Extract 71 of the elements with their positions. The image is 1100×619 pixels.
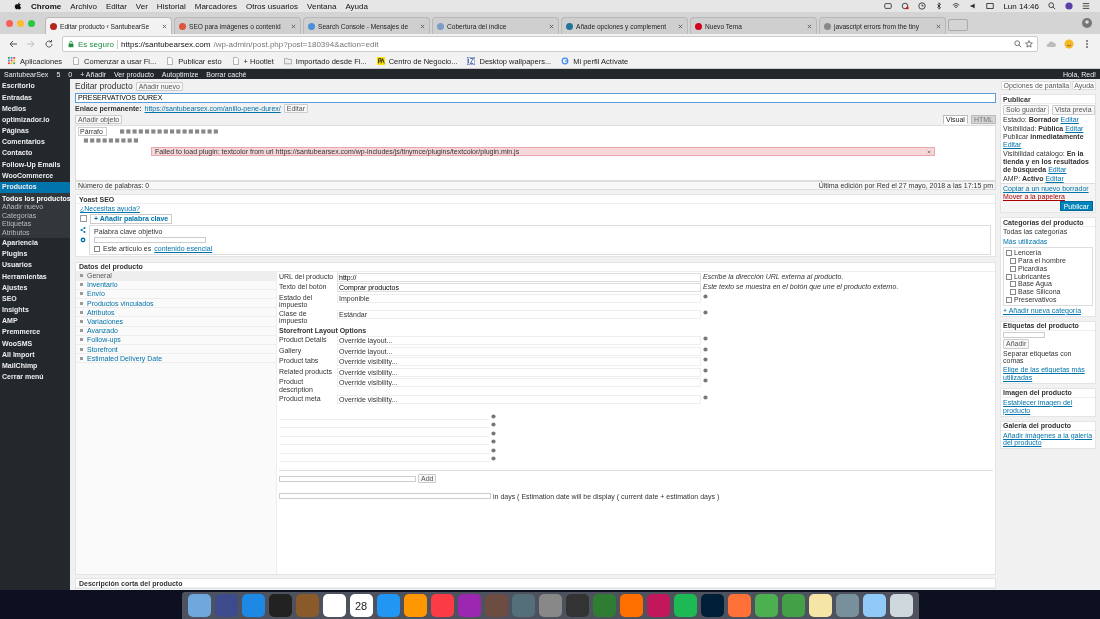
menu-item[interactable]: Archivo [70,1,97,11]
help-icon[interactable] [703,309,708,315]
search-icon[interactable] [1048,2,1056,10]
page-icon [166,57,175,65]
emoji-icon[interactable] [1064,39,1074,49]
menu-item[interactable]: Historial [156,1,186,11]
gear-icon[interactable] [80,237,86,243]
menu-item[interactable]: Editar [105,1,127,11]
back-icon[interactable] [8,39,18,49]
app-icon[interactable] [889,594,913,617]
menu-item[interactable]: Marcadores [194,1,237,11]
clock-text[interactable]: Lun 14:46 [1003,1,1039,11]
menu-item[interactable]: Ver [135,1,148,11]
address-field[interactable]: Es seguro https://santubearsex.com /wp-admin/post.php?post=180394&action=edit [62,36,1038,52]
close-icon[interactable] [936,23,941,29]
menu-item[interactable]: Ventana [307,1,337,11]
share-icon[interactable] [80,227,86,233]
folder-icon [283,57,292,65]
tag-field[interactable] [1003,331,1045,338]
input-field[interactable] [279,475,416,482]
clock-icon[interactable] [918,2,927,10]
bluetooth-icon[interactable] [935,2,944,10]
page-heading: Editar producto [75,81,133,91]
logo-icon [376,57,385,65]
reload-icon[interactable] [44,39,54,49]
checkbox[interactable] [94,245,100,252]
menu-item[interactable]: Ayuda [345,1,368,11]
checkbox[interactable] [1010,281,1016,288]
checkbox[interactable] [1006,297,1012,303]
menu-item[interactable]: Otros usuarios [246,1,299,11]
list-icon[interactable] [1082,2,1090,10]
apple-icon[interactable] [14,2,22,10]
apps-grid-icon [8,57,16,65]
close-icon[interactable] [927,149,931,154]
screen-icon[interactable] [986,2,995,10]
close-icon[interactable] [162,23,167,29]
profile-icon[interactable] [1082,18,1092,28]
close-icon[interactable] [807,23,812,29]
help-icon[interactable] [703,293,708,299]
app-icon[interactable] [403,594,427,617]
window-controls[interactable] [6,19,35,27]
g-logo-icon [561,57,570,65]
app-icon[interactable] [862,594,886,617]
checkbox[interactable] [1010,257,1016,264]
page-icon [72,57,81,65]
checkbox[interactable] [1006,250,1012,256]
lock-icon [67,40,75,48]
app-icon[interactable] [322,594,346,617]
calendar-icon[interactable]: 28 [349,594,373,617]
status-icon[interactable] [884,2,893,10]
siri-icon[interactable] [1065,2,1073,10]
close-icon[interactable] [420,23,425,29]
page-icon [231,57,240,65]
speaker-icon[interactable] [969,2,978,10]
help-icon[interactable] [703,394,708,400]
checkbox[interactable] [1010,265,1016,272]
star-icon[interactable] [1025,40,1033,48]
checkbox[interactable] [1006,273,1012,280]
close-icon[interactable] [291,23,296,29]
checkbox[interactable] [1010,289,1016,296]
tab-square[interactable] [80,215,87,222]
app-icon[interactable] [808,594,832,617]
days-field[interactable] [279,493,491,500]
keyword-field[interactable] [94,237,206,243]
wifi-icon[interactable] [952,2,961,10]
close-icon[interactable] [549,23,554,29]
logo-icon [467,57,476,65]
close-icon[interactable] [678,23,683,29]
app-icon[interactable] [187,594,211,617]
app-menu[interactable]: Chrome [31,1,62,11]
zoom-icon[interactable] [1014,40,1022,48]
